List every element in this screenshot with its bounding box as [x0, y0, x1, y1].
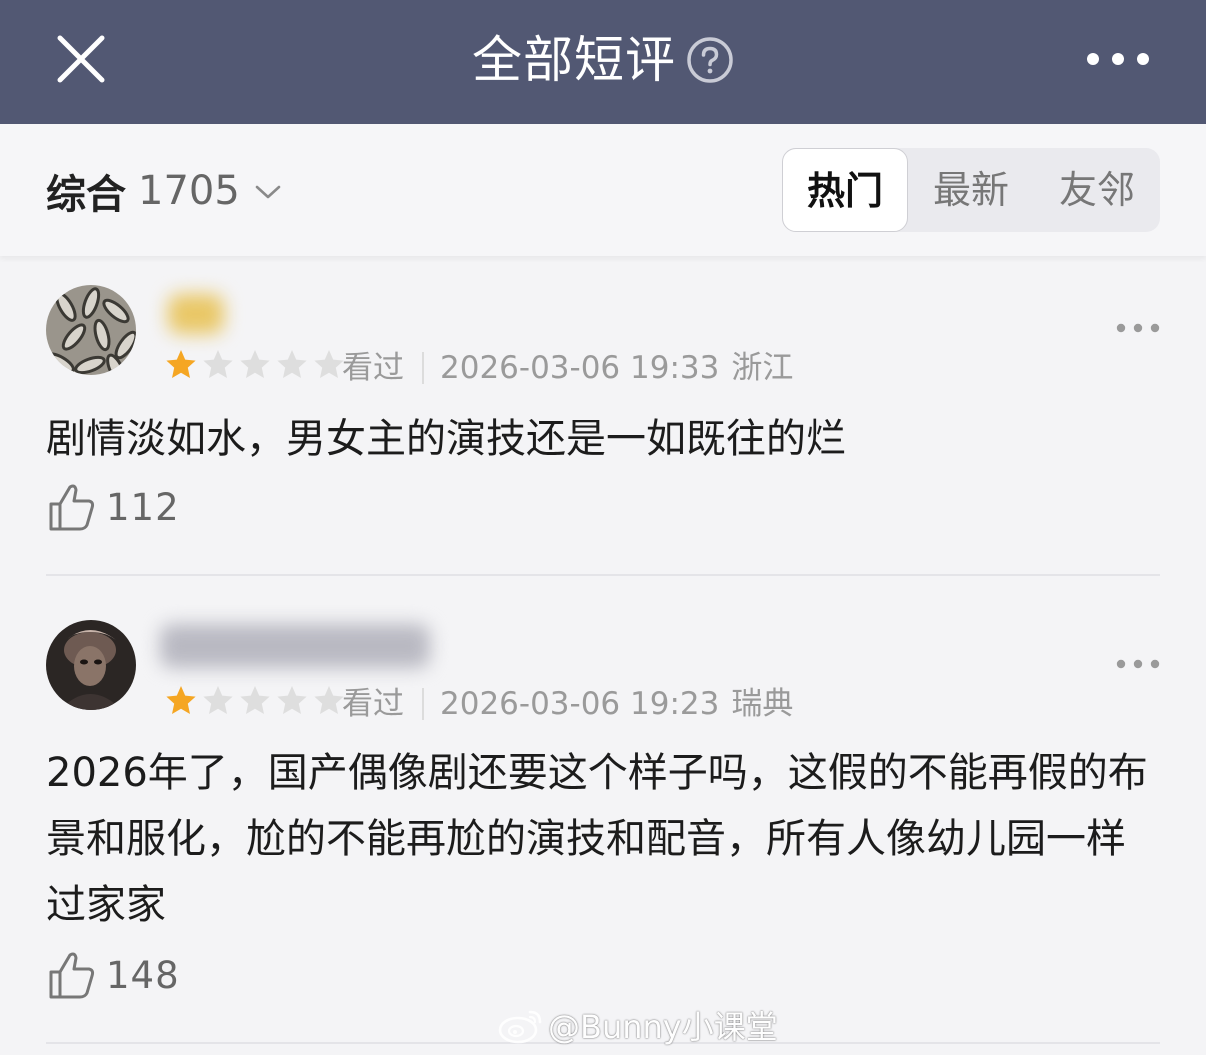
tab-friends[interactable]: 友邻 [1034, 148, 1160, 232]
comment-text: 2026年了，国产偶像剧还要这个样子吗，这假的不能再假的布景和服化，尬的不能再尬… [46, 750, 1148, 928]
comment-location: 浙江 [731, 350, 794, 386]
chevron-down-icon [255, 185, 281, 199]
star-empty-icon [314, 686, 344, 714]
like-button[interactable]: 148 [48, 950, 180, 1000]
star-empty-icon [240, 686, 270, 714]
meta-divider [422, 688, 424, 720]
sort-dropdown[interactable]: 综合 1705 [46, 166, 282, 218]
sort-tabs: 热门 最新 友邻 [782, 148, 1160, 232]
avatar[interactable] [46, 285, 136, 375]
watermark-text: @Bunny小课堂 [548, 1008, 778, 1046]
star-filled-icon [166, 350, 196, 378]
watermark: @Bunny小课堂 [498, 1002, 778, 1048]
star-rating [164, 684, 349, 718]
watch-status: 看过 [342, 350, 404, 386]
star-empty-icon [314, 350, 344, 378]
tab-hot[interactable]: 热门 [782, 148, 908, 232]
comment-datetime: 2026-03-06 19:33 [440, 350, 720, 386]
comment-datetime: 2026-03-06 19:23 [440, 686, 720, 722]
like-count: 112 [106, 485, 180, 529]
tab-latest[interactable]: 最新 [908, 148, 1034, 232]
more-horizontal-icon[interactable] [1116, 322, 1160, 334]
divider [46, 574, 1160, 576]
star-empty-icon [240, 350, 270, 378]
page-title-text: 全部短评 [472, 31, 676, 89]
top-nav-bar: 全部短评 [0, 0, 1206, 124]
star-empty-icon [203, 350, 233, 378]
like-count: 148 [106, 953, 180, 997]
username-redacted[interactable] [160, 624, 430, 668]
more-horizontal-icon[interactable] [1116, 658, 1160, 670]
thumbs-up-icon [49, 952, 95, 999]
star-empty-icon [203, 686, 233, 714]
username-redacted[interactable] [168, 294, 224, 334]
thumbs-up-icon [49, 484, 95, 531]
more-horizontal-icon[interactable] [1086, 48, 1150, 70]
meta-divider [422, 352, 424, 384]
comment-location: 瑞典 [731, 686, 794, 722]
page-title: 全部短评 [0, 28, 1206, 92]
star-empty-icon [277, 686, 307, 714]
question-circle-icon[interactable] [686, 36, 734, 84]
comment-text: 剧情淡如水，男女主的演技还是一如既往的烂 [46, 416, 846, 462]
comment-total-count: 1705 [138, 168, 240, 214]
star-rating [164, 348, 349, 382]
like-button[interactable]: 112 [48, 482, 180, 532]
comment-meta: 看过 2026-03-06 19:33 浙江 [342, 348, 793, 388]
star-filled-icon [166, 686, 196, 714]
avatar[interactable] [46, 620, 136, 710]
weibo-logo-icon [498, 1010, 542, 1044]
watch-status: 看过 [342, 686, 404, 722]
sort-label: 综合 [46, 172, 126, 218]
comment-meta: 看过 2026-03-06 19:23 瑞典 [342, 684, 793, 724]
star-empty-icon [277, 350, 307, 378]
